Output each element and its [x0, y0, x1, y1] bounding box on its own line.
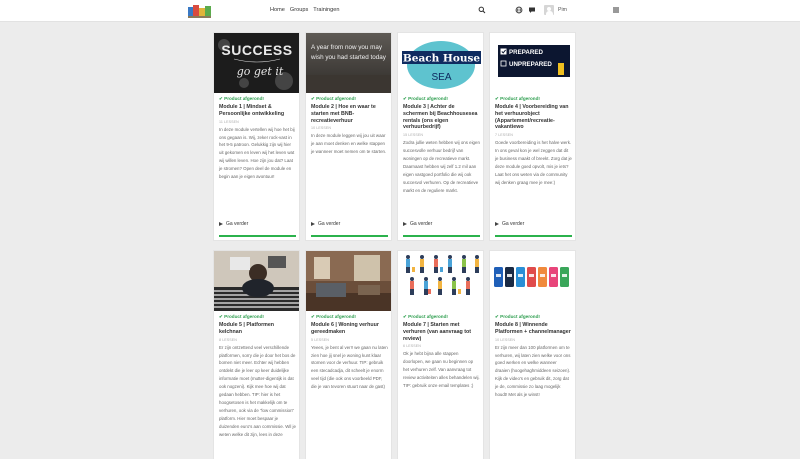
- module-title[interactable]: Module 7 | Starten met verhuren (van aan…: [403, 322, 480, 342]
- top-navigation-bar: Home Groups Trainingen Pim: [0, 0, 800, 22]
- play-icon: [495, 222, 499, 226]
- lesson-count: 8 LESSEN: [219, 337, 237, 342]
- completed-badge: ✔ Product afgerond!: [403, 96, 448, 101]
- module-card-5[interactable]: ✔ Product afgerond! Module 5 | Platforme…: [213, 250, 300, 459]
- module-title[interactable]: Module 2 | Hoe en waar te starten met BN…: [311, 104, 388, 124]
- module-card-8[interactable]: ✔ Product afgerond! Module 8 | Winnende …: [489, 250, 576, 459]
- nav-home[interactable]: Home: [270, 7, 285, 13]
- completed-badge: ✔ Product afgerond!: [219, 96, 264, 101]
- lesson-count: 5 LESSEN: [311, 337, 329, 342]
- play-icon: [403, 222, 407, 226]
- module-card-2[interactable]: A year from now you may wish you had sta…: [305, 32, 392, 241]
- completed-badge: ✔ Product afgerond!: [311, 314, 356, 319]
- completed-badge: ✔ Product afgerond!: [495, 314, 540, 319]
- globe-icon[interactable]: [515, 6, 523, 14]
- svg-text:PREPARED: PREPARED: [509, 49, 543, 56]
- progress-bar: [311, 235, 388, 237]
- continue-button[interactable]: Ga verder: [311, 221, 340, 227]
- module-description: Er zijn ontzettend veel verschillende pl…: [219, 344, 296, 437]
- play-icon: [311, 222, 315, 226]
- menu-icon[interactable]: [612, 6, 620, 14]
- module-description: In deze module vertellen wij hoe het bij…: [219, 126, 295, 180]
- module-title[interactable]: Module 1 | Mindset & Persoonlijke ontwik…: [219, 104, 296, 118]
- svg-text:A year from now you may: A year from now you may: [311, 44, 383, 51]
- module-description: Yeees, je bent al ver!! we gaan nu laten…: [311, 344, 388, 390]
- module-image-living-room: [306, 251, 391, 311]
- completed-badge: ✔ Product afgerond!: [311, 96, 356, 101]
- nav-trainingen[interactable]: Trainingen: [313, 7, 339, 13]
- module-description: Ok je hebt bijna alle stappen doorlopen,…: [403, 351, 480, 389]
- chat-icon[interactable]: [528, 6, 536, 14]
- play-icon: [219, 222, 223, 226]
- module-title[interactable]: Module 5 | Platformen kelchnan: [219, 322, 296, 336]
- lesson-count: 6 LESSEN: [403, 344, 421, 349]
- user-avatar[interactable]: [544, 5, 554, 15]
- main-nav: Home Groups Trainingen: [270, 7, 340, 13]
- module-image-phones: [490, 251, 575, 311]
- svg-text:SUCCESS: SUCCESS: [221, 42, 292, 58]
- svg-text:UNPREPARED: UNPREPARED: [509, 61, 552, 68]
- lesson-count: 7 LESSEN: [495, 133, 513, 138]
- module-title[interactable]: Module 4 | Voorbereiding van het verhuur…: [495, 104, 572, 131]
- svg-text:SEA: SEA: [431, 72, 451, 83]
- module-card-7[interactable]: ✔ Product afgerond! Module 7 | Starten m…: [397, 250, 484, 459]
- search-icon[interactable]: [478, 6, 486, 14]
- continue-button[interactable]: Ga verder: [495, 221, 524, 227]
- module-card-1[interactable]: SUCCESS go get it ✔ Product afgerond! Mo…: [213, 32, 300, 241]
- module-image-prepared: PREPARED UNPREPARED: [490, 33, 575, 93]
- module-image-start-today: A year from now you may wish you had sta…: [306, 33, 391, 93]
- progress-bar: [219, 235, 296, 237]
- svg-text:Beach House: Beach House: [403, 53, 481, 65]
- module-title[interactable]: Module 3 | Achter de schermen bij Beachh…: [403, 104, 480, 131]
- continue-button[interactable]: Ga verder: [403, 221, 432, 227]
- module-card-4[interactable]: PREPARED UNPREPARED ✔ Product afgerond! …: [489, 32, 576, 241]
- module-image-beach-house-sea: Beach House SEA: [398, 33, 483, 93]
- module-card-6[interactable]: ✔ Product afgerond! Module 6 | Woning ve…: [305, 250, 392, 459]
- module-image-success: SUCCESS go get it: [214, 33, 299, 93]
- module-image-laptop-desk: [214, 251, 299, 311]
- module-image-travelers: [398, 251, 483, 311]
- lesson-count: 10 LESSEN: [311, 126, 332, 131]
- module-title[interactable]: Module 6 | Woning verhuur gereedmaken: [311, 322, 388, 336]
- completed-badge: ✔ Product afgerond!: [219, 314, 264, 319]
- module-card-3[interactable]: Beach House SEA ✔ Product afgerond! Modu…: [397, 32, 484, 241]
- module-description: In deze module leggen wij jou uit waar j…: [311, 133, 387, 155]
- user-name[interactable]: Pim: [558, 7, 567, 13]
- module-description: Goede voorbereiding is het halve werk. I…: [495, 140, 572, 185]
- completed-badge: ✔ Product afgerond!: [495, 96, 540, 101]
- lesson-count: 11 LESSEN: [219, 119, 239, 124]
- nav-groups[interactable]: Groups: [290, 7, 308, 13]
- module-description: Zodra jullie weten hebben wij ons eigen …: [403, 140, 480, 193]
- module-description: Er zijn meer dan 100 platformen om te ve…: [495, 344, 571, 398]
- continue-button[interactable]: Ga verder: [219, 221, 248, 227]
- svg-text:go get it: go get it: [237, 65, 284, 78]
- site-logo[interactable]: [188, 5, 212, 18]
- svg-text:wish you had started today: wish you had started today: [310, 54, 387, 61]
- module-title[interactable]: Module 8 | Winnende Platformen + channel…: [495, 322, 572, 336]
- progress-bar: [495, 235, 572, 237]
- completed-badge: ✔ Product afgerond!: [403, 314, 448, 319]
- progress-bar: [403, 235, 480, 237]
- lesson-count: 10 LESSEN: [495, 337, 516, 342]
- lesson-count: 15 LESSEN: [403, 133, 424, 138]
